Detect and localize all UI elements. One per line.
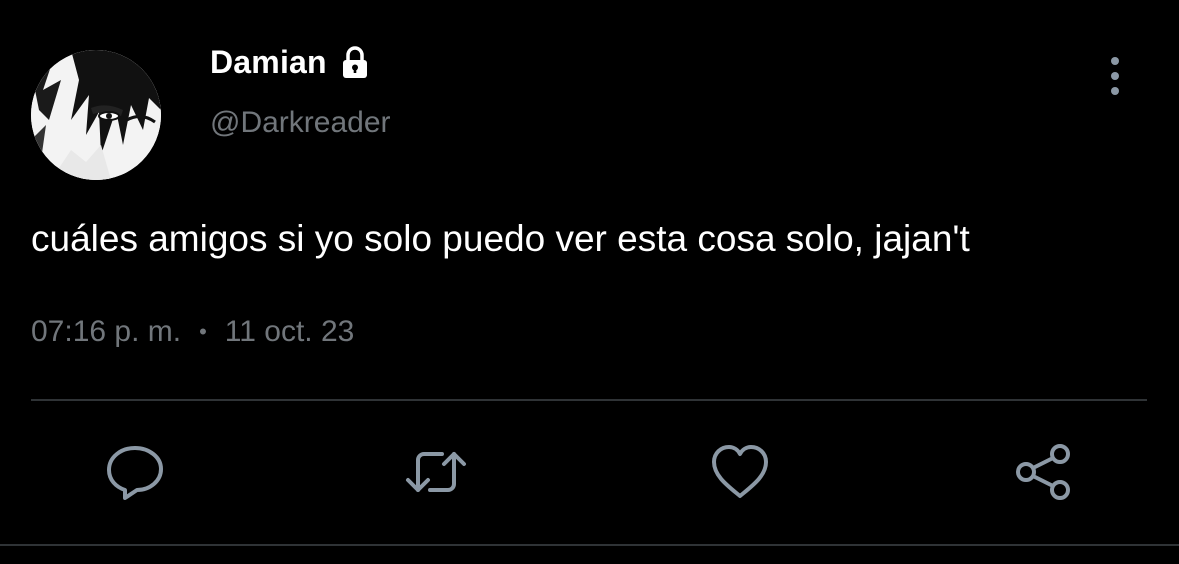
- tweet-date: 11 oct. 23: [224, 315, 355, 348]
- avatar[interactable]: [31, 50, 161, 180]
- author-display-name-row[interactable]: Damian: [210, 44, 373, 81]
- tweet-text: cuáles amigos si yo solo puedo ver esta …: [31, 218, 970, 259]
- tweet-card: Damian @Darkreader cuáles amigos si yo s…: [0, 0, 1179, 564]
- author-handle[interactable]: @Darkreader: [210, 106, 391, 140]
- reply-icon[interactable]: [103, 440, 167, 504]
- author-display-name[interactable]: Damian: [210, 44, 327, 81]
- tweet-time: 07:16 p. m.: [31, 315, 182, 348]
- retweet-icon[interactable]: [404, 440, 468, 504]
- more-options-icon[interactable]: [1099, 52, 1131, 100]
- bottom-divider: [0, 544, 1179, 546]
- heart-icon[interactable]: [708, 440, 772, 504]
- lock-icon: [342, 45, 367, 78]
- manga-avatar-icon: [31, 50, 161, 180]
- share-icon[interactable]: [1012, 440, 1076, 504]
- divider: [31, 399, 1147, 401]
- action-bar: [0, 440, 1179, 510]
- tweet-timestamp[interactable]: 07:16 p. m. • 11 oct. 23: [31, 315, 354, 349]
- meta-separator: •: [199, 319, 207, 344]
